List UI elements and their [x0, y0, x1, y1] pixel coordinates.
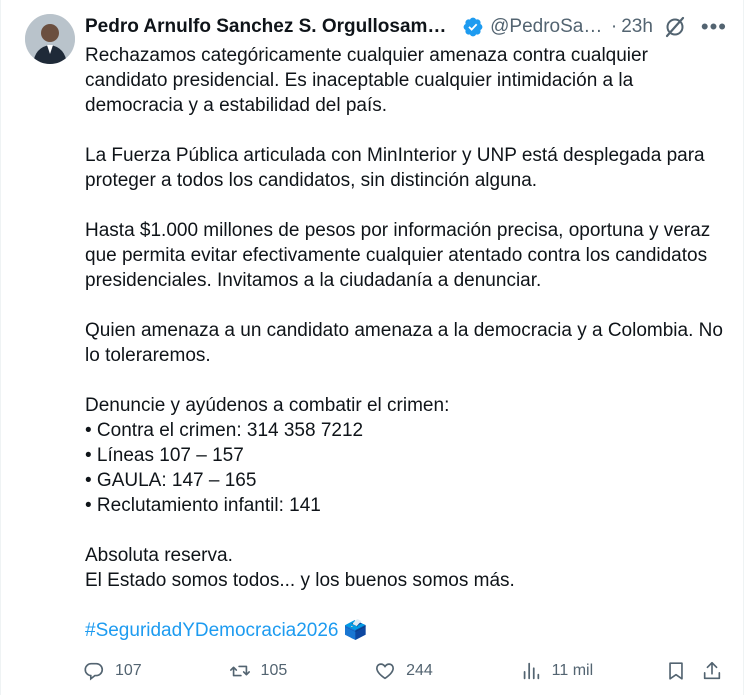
action-bar: 107 105 244 11 mil — [83, 656, 731, 686]
views-count: 11 mil — [551, 662, 594, 679]
author-handle[interactable]: @PedroSan... — [490, 16, 607, 38]
bookmark-button[interactable] — [665, 660, 701, 682]
grok-icon[interactable] — [663, 15, 687, 39]
tweet-text: Rechazamos categóricamente cualquier ame… — [85, 43, 735, 643]
author-name[interactable]: Pedro Arnulfo Sanchez S. Orgullosamen... — [85, 16, 456, 38]
more-icon[interactable]: ••• — [701, 16, 727, 38]
tweet-header: Pedro Arnulfo Sanchez S. Orgullosamen...… — [85, 14, 727, 40]
repost-button[interactable]: 105 — [229, 660, 375, 682]
paragraph-6-line-2: El Estado somos todos... y los buenos so… — [85, 570, 515, 591]
list-item: • Reclutamiento infantil: 141 — [85, 495, 321, 516]
like-count: 244 — [406, 662, 433, 679]
paragraph-6-line-1: Absoluta reserva. — [85, 545, 233, 566]
avatar[interactable] — [25, 14, 75, 64]
reply-icon — [84, 662, 104, 681]
paragraph-2: La Fuerza Pública articulada con MinInte… — [85, 145, 705, 191]
bookmark-icon — [669, 662, 683, 680]
like-icon — [376, 663, 395, 680]
like-button[interactable]: 244 — [374, 660, 520, 682]
share-button[interactable] — [701, 660, 731, 682]
repost-count: 105 — [260, 662, 288, 679]
list-item: • Contra el crimen: 314 358 7212 — [85, 420, 364, 441]
tweet-card[interactable]: Pedro Arnulfo Sanchez S. Orgullosamen...… — [0, 0, 744, 695]
verified-badge-icon[interactable] — [462, 16, 484, 38]
list-item: • Líneas 107 – 157 — [85, 445, 244, 466]
repost-icon — [229, 665, 250, 677]
paragraph-1: Rechazamos categóricamente cualquier ame… — [85, 45, 648, 116]
paragraph-3: Hasta $1.000 millones de pesos por infor… — [85, 220, 711, 291]
views-icon — [523, 662, 539, 680]
share-icon — [703, 661, 721, 680]
ballot-box-emoji: 🗳️ — [343, 620, 368, 641]
paragraph-5-intro: Denuncie y ayúdenos a combatir el crimen… — [85, 395, 450, 416]
hashtag-link[interactable]: #SeguridadYDemocracia2026 — [85, 620, 339, 641]
paragraph-4: Quien amenaza a un candidato amenaza a l… — [85, 320, 723, 366]
list-item: • GAULA: 147 – 165 — [85, 470, 257, 491]
hashtag-line: #SeguridadYDemocracia2026 🗳️ — [85, 618, 735, 643]
timestamp[interactable]: 23h — [621, 16, 653, 38]
reply-button[interactable]: 107 — [83, 660, 229, 682]
views-button[interactable]: 11 mil — [520, 660, 666, 682]
reply-count: 107 — [115, 662, 142, 679]
separator-dot: · — [610, 16, 618, 37]
